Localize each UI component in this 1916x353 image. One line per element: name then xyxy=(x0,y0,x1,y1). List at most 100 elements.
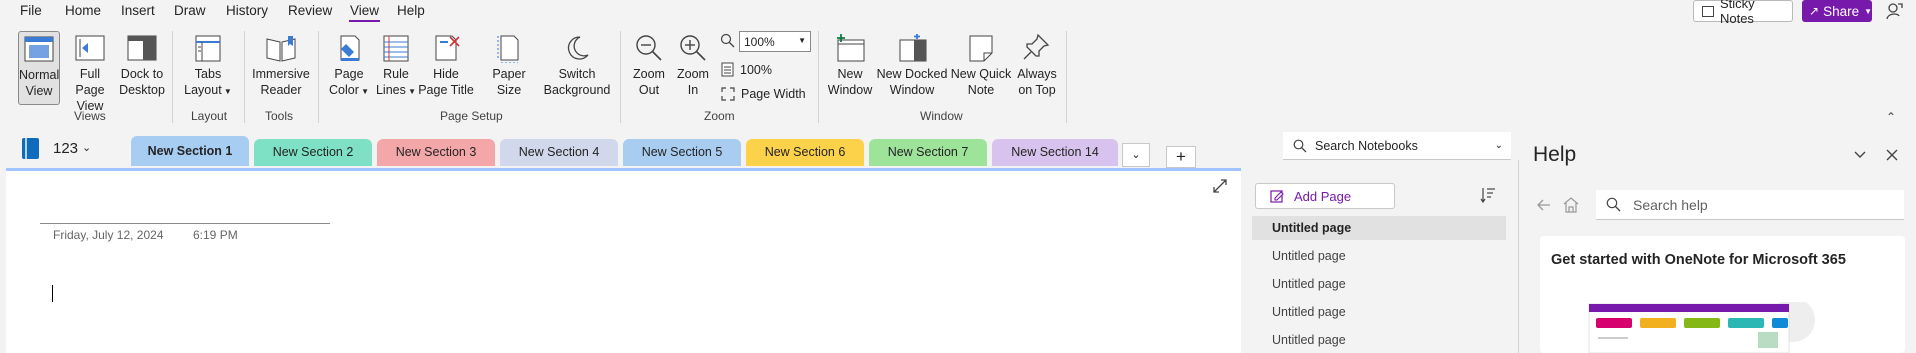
page-list-item[interactable]: Untitled page xyxy=(1252,300,1506,324)
section-tab[interactable]: New Section 6 xyxy=(746,139,864,166)
close-icon[interactable] xyxy=(1884,147,1900,163)
ribbon-divider xyxy=(818,31,819,123)
chevron-down-icon[interactable] xyxy=(1852,147,1868,163)
page-width-label: Page Width xyxy=(741,87,806,101)
page-100-icon xyxy=(721,62,734,77)
rule-lines-button[interactable]: Rule Lines ▼ xyxy=(374,31,418,105)
immersive-reader-label-2: Reader xyxy=(260,83,302,97)
zoom-in-button[interactable]: Zoom In xyxy=(672,31,714,105)
menu-help[interactable]: Help xyxy=(397,3,425,18)
immersive-reader-button[interactable]: Immersive Reader xyxy=(250,31,312,105)
add-page-label: Add Page xyxy=(1294,188,1352,204)
ribbon: Normal View Full Page View Dock to Deskt… xyxy=(0,27,1916,127)
menu-home[interactable]: Home xyxy=(65,3,101,18)
normal-view-label-2: View xyxy=(25,84,53,98)
account-feedback-icon[interactable] xyxy=(1885,2,1903,20)
zoom-level-value: 100% xyxy=(744,35,775,49)
search-notebooks-field[interactable]: Search Notebooks ⌄ xyxy=(1283,132,1511,160)
section-tab[interactable]: New Section 2 xyxy=(254,139,372,166)
dock-to-desktop-label-1: Dock to xyxy=(120,67,164,81)
chevron-down-icon[interactable]: ⌄ xyxy=(82,141,91,154)
menu-view[interactable]: View xyxy=(348,3,381,22)
zoom-out-button[interactable]: Zoom Out xyxy=(628,31,670,105)
section-tab[interactable]: New Section 3 xyxy=(377,139,495,166)
section-tab[interactable]: New Section 5 xyxy=(623,139,741,166)
menu-review[interactable]: Review xyxy=(288,3,332,18)
hide-page-title-button[interactable]: Hide Page Title xyxy=(418,31,474,105)
zoom-level-combobox[interactable]: 100% ▼ xyxy=(739,31,811,52)
new-docked-window-label-2: Window xyxy=(889,83,935,97)
dock-to-desktop-button[interactable]: Dock to Desktop xyxy=(118,31,166,105)
paper-size-icon xyxy=(497,35,519,63)
hide-page-title-icon xyxy=(435,35,460,61)
add-page-button[interactable]: Add Page xyxy=(1255,183,1395,209)
immersive-reader-icon xyxy=(266,36,296,62)
new-quick-note-label-2: Note xyxy=(967,83,995,97)
help-search-input[interactable]: Search help xyxy=(1596,190,1904,220)
share-icon: ↗ xyxy=(1809,4,1820,18)
normal-view-button[interactable]: Normal View xyxy=(18,31,60,105)
new-quick-note-button[interactable]: New Quick Note xyxy=(950,31,1012,105)
new-window-button[interactable]: New Window xyxy=(824,31,876,105)
page-color-label-1: Page xyxy=(334,67,364,81)
ribbon-divider xyxy=(318,31,319,123)
add-section-button[interactable]: + xyxy=(1166,146,1196,168)
menu-file[interactable]: File xyxy=(20,3,42,18)
new-window-label-1: New xyxy=(837,67,863,81)
plus-icon: + xyxy=(1176,147,1186,166)
page-canvas[interactable] xyxy=(6,168,1241,353)
page-list-item[interactable]: Untitled page xyxy=(1252,244,1506,268)
chevron-down-icon: ▼ xyxy=(1864,6,1873,16)
ribbon-divider xyxy=(620,31,621,123)
section-tab[interactable]: New Section 1 xyxy=(131,136,249,166)
notebook-name[interactable]: 123 xyxy=(53,140,78,157)
page-width-button[interactable]: Page Width xyxy=(721,87,806,101)
normal-view-label-1: Normal xyxy=(19,68,60,82)
new-window-icon xyxy=(837,34,865,62)
page-list-item[interactable]: Untitled page xyxy=(1252,328,1506,352)
switch-background-label-1: Switch xyxy=(558,67,596,81)
normal-view-icon xyxy=(24,36,54,62)
menu-insert[interactable]: Insert xyxy=(121,3,155,18)
sticky-notes-icon xyxy=(1702,5,1714,17)
paper-size-button[interactable]: Paper Size xyxy=(487,31,531,105)
tabs-layout-icon xyxy=(195,35,221,62)
new-window-label-2: Window xyxy=(827,83,873,97)
moon-icon xyxy=(567,36,589,60)
group-label-tools: Tools xyxy=(265,109,294,123)
zoom-100-label: 100% xyxy=(740,62,772,77)
zoom-in-icon xyxy=(680,35,706,61)
zoom-out-label-2: Out xyxy=(638,83,660,97)
menu-history[interactable]: History xyxy=(226,3,268,18)
more-sections-button[interactable]: ⌄ xyxy=(1122,143,1150,167)
new-docked-window-button[interactable]: New Docked Window xyxy=(876,31,948,105)
expand-icon[interactable] xyxy=(1212,178,1228,194)
ribbon-divider xyxy=(244,31,245,123)
page-list-item[interactable]: Untitled page xyxy=(1252,216,1506,240)
chevron-down-icon: ⌄ xyxy=(1131,149,1141,161)
menu-bar: File Home Insert Draw History Review Vie… xyxy=(0,0,1916,26)
text-cursor xyxy=(52,285,53,302)
collapse-ribbon-icon[interactable]: ⌃ xyxy=(1886,110,1896,124)
section-tab[interactable]: New Section 7 xyxy=(869,139,987,166)
tabs-layout-button[interactable]: Tabs Layout ▼ xyxy=(180,31,236,105)
home-icon[interactable] xyxy=(1562,196,1580,214)
share-button[interactable]: ↗ Share ▼ xyxy=(1802,0,1872,22)
switch-background-button[interactable]: Switch Background xyxy=(540,31,614,105)
always-on-top-button[interactable]: Always on Top xyxy=(1014,31,1060,105)
page-color-button[interactable]: Page Color ▼ xyxy=(326,31,372,105)
sticky-notes-button[interactable]: Sticky Notes xyxy=(1693,0,1793,26)
page-color-icon xyxy=(340,35,360,61)
page-date: Friday, July 12, 2024 xyxy=(53,228,164,242)
section-tab[interactable]: New Section 14 xyxy=(992,139,1118,166)
menu-draw[interactable]: Draw xyxy=(174,3,206,18)
sort-icon[interactable] xyxy=(1480,186,1496,204)
page-list-item[interactable]: Untitled page xyxy=(1252,272,1506,296)
full-page-view-label-1: Full Page xyxy=(75,67,105,97)
back-arrow-icon[interactable] xyxy=(1536,197,1552,213)
section-tab[interactable]: New Section 4 xyxy=(500,139,618,166)
zoom-100-button[interactable]: 100% xyxy=(721,62,772,77)
page-width-icon xyxy=(721,87,735,101)
zoom-in-label-2: In xyxy=(687,83,699,97)
full-page-view-button[interactable]: Full Page View xyxy=(64,31,116,113)
